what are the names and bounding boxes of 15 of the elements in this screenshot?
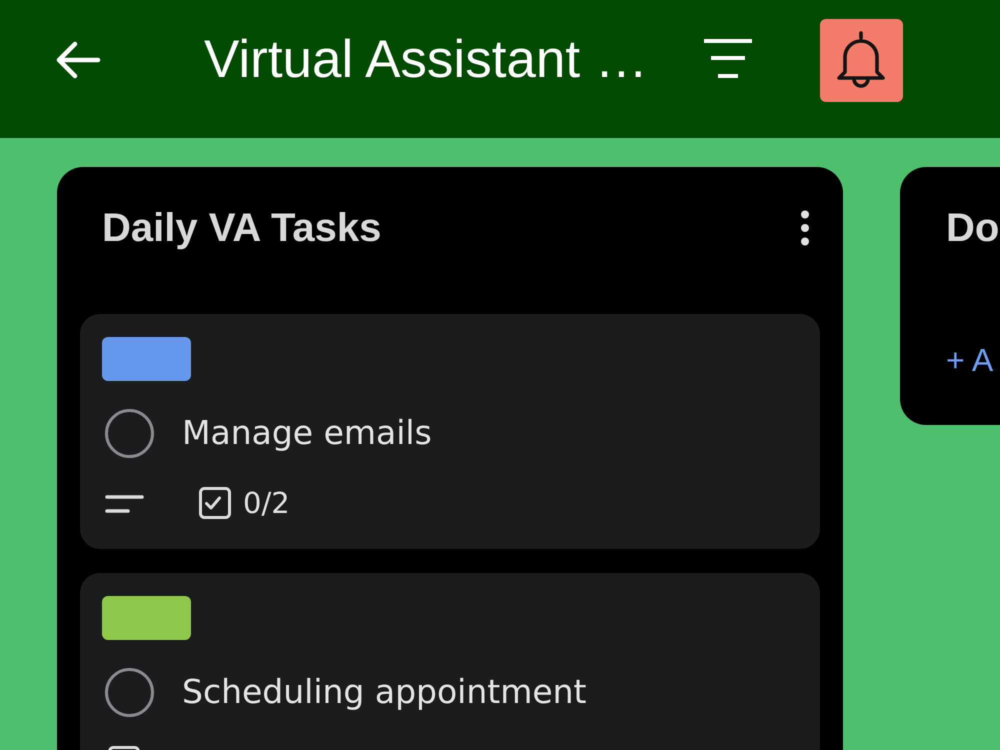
checklist-count: 0/2 (243, 487, 290, 519)
task-title: Scheduling appointment (182, 671, 586, 713)
notifications-button[interactable] (820, 18, 903, 102)
task-title: Manage emails (182, 412, 432, 454)
back-arrow-icon[interactable] (55, 41, 101, 79)
more-options-icon[interactable] (799, 210, 811, 246)
add-card-button[interactable]: + A (946, 341, 994, 379)
complete-checkbox[interactable] (105, 408, 154, 458)
complete-checkbox[interactable] (105, 668, 154, 716)
list-title: Do (946, 206, 1000, 250)
task-card[interactable]: Scheduling appointment (80, 573, 820, 750)
filter-icon[interactable] (702, 39, 754, 81)
task-card[interactable]: Manage emails 0/2 (80, 314, 820, 549)
list-title: Daily VA Tasks (102, 206, 382, 250)
board-title: Virtual Assistant … (204, 29, 648, 91)
